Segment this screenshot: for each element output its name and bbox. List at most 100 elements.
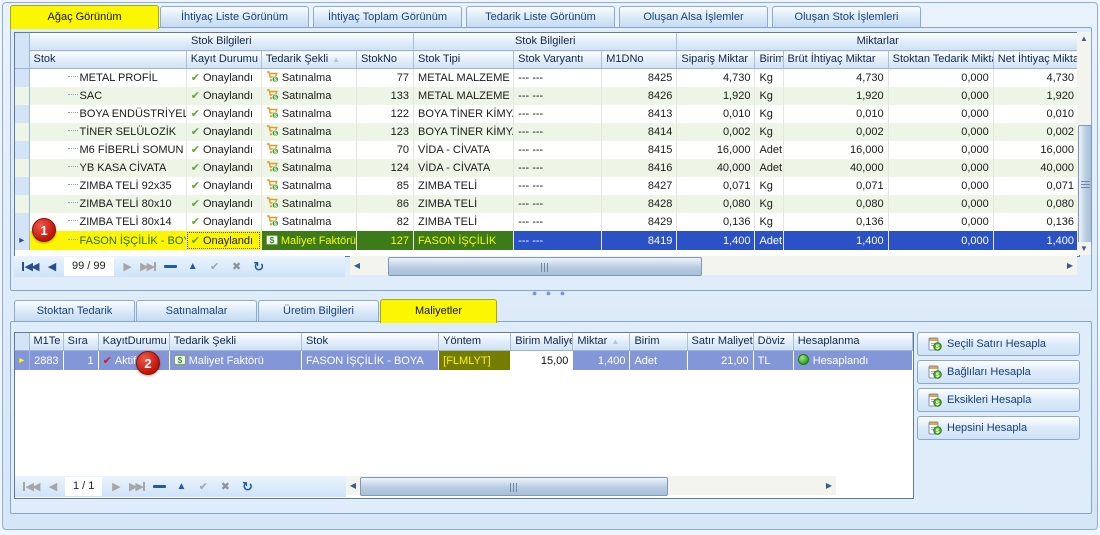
nav-post-button[interactable]: ✔ xyxy=(204,257,226,276)
table-row[interactable]: ZIMBA TELİ 92x35 ✔ Onaylandı $ Satınalma 85 ZI… xyxy=(15,177,1079,195)
scroll-down-icon[interactable]: ▼ xyxy=(1077,242,1091,255)
cell-birim[interactable]: Kg xyxy=(754,105,784,123)
cell-siparis[interactable]: 0,002 xyxy=(676,123,756,141)
cell-stokno[interactable]: 124 xyxy=(356,159,415,177)
band-miktarlar[interactable]: Miktarlar xyxy=(676,33,1079,51)
cell-stokno[interactable]: 127 xyxy=(356,231,415,250)
column-header-6[interactable]: Birim Maliyet xyxy=(510,333,574,351)
cell-tip[interactable]: ZIMBA TELİ xyxy=(413,195,515,213)
cell-stoktan[interactable]: 0,000 xyxy=(888,195,994,213)
column-header-4[interactable]: Stok xyxy=(301,333,440,351)
nav-prev-button[interactable]: ◀ xyxy=(40,257,62,276)
cell-brut[interactable]: 0,010 xyxy=(783,105,889,123)
column-header-3[interactable]: Tedarik Şekli xyxy=(169,333,302,351)
cell-net[interactable]: 0,010 xyxy=(993,105,1079,123)
cell-tedarik-sekli[interactable]: $ Maliyet Faktörü xyxy=(169,350,302,370)
cell-tedarik[interactable]: $ Satınalma xyxy=(261,68,357,87)
cell-doviz[interactable]: TL xyxy=(753,350,794,370)
column-header-7[interactable]: Miktar ▲ xyxy=(572,333,631,351)
cell-kayit[interactable]: ✔ Onaylandı xyxy=(186,159,262,177)
cell-stokno[interactable]: 86 xyxy=(356,195,415,213)
cell-birim[interactable]: Kg xyxy=(754,195,784,213)
table-row[interactable]: ▸ FASON İŞÇİLİK - BOYA ✔ Onaylandı $ Maliyet … xyxy=(15,231,1079,250)
scroll-thumb[interactable] xyxy=(1078,125,1092,245)
cell-brut[interactable]: 0,071 xyxy=(783,177,889,195)
cell-tip[interactable]: METAL MALZEME xyxy=(413,87,515,105)
tab-uretim-bilgileri[interactable]: Üretim Bilgileri xyxy=(258,300,379,322)
scroll-left-icon[interactable]: ◀ xyxy=(350,256,364,275)
nav-cancel-button[interactable]: ✖ xyxy=(214,477,236,496)
secili-satiri-hesapla-button[interactable]: $ Seçili Satırı Hesapla xyxy=(917,332,1080,356)
cell-stokno[interactable]: 85 xyxy=(356,177,415,195)
cell-tip[interactable]: BOYA TİNER KİMYA xyxy=(413,123,515,141)
cell-kayit[interactable]: ✔ Onaylandı xyxy=(186,105,262,123)
cell-stok[interactable]: FASON İŞÇİLİK - BOYA xyxy=(301,350,440,370)
cell-net[interactable]: 0,080 xyxy=(993,195,1079,213)
cell-net[interactable]: 40,000 xyxy=(993,159,1079,177)
tab-tedarik-liste-gorunum[interactable]: Tedarik Liste Görünüm xyxy=(466,6,615,28)
cell-siparis[interactable]: 0,010 xyxy=(676,105,756,123)
scroll-right-icon[interactable]: ▶ xyxy=(1063,256,1077,275)
cell-tedarik[interactable]: $ Satınalma xyxy=(261,159,357,177)
cell-sira[interactable]: 1 xyxy=(63,350,99,370)
column-header-11[interactable]: Net İhtiyaç Miktar xyxy=(993,50,1079,69)
cell-stok[interactable]: SAC xyxy=(29,87,187,105)
cell-kayit[interactable]: ✔ Onaylandı xyxy=(186,231,262,250)
cell-m1dno[interactable]: 8429 xyxy=(601,213,678,231)
cell-siparis[interactable]: 1,400 xyxy=(676,231,756,250)
column-header-7[interactable]: Sipariş Miktar xyxy=(676,50,756,69)
cell-siparis[interactable]: 0,136 xyxy=(676,213,756,231)
eksikleri-hesapla-button[interactable]: $ Eksikleri Hesapla xyxy=(917,388,1080,412)
cell-tip[interactable]: VİDA - CİVATA xyxy=(413,159,515,177)
column-header-5[interactable]: Yöntem xyxy=(438,333,512,351)
cell-stokno[interactable]: 77 xyxy=(356,68,415,87)
nav-last-button[interactable]: ▶▶ xyxy=(138,257,160,276)
scroll-thumb[interactable] xyxy=(360,477,668,496)
cell-m1dno[interactable]: 8416 xyxy=(601,159,678,177)
tab-satinalmalar[interactable]: Satınalmalar xyxy=(136,300,257,322)
cell-stokno[interactable]: 133 xyxy=(356,87,415,105)
cell-birim[interactable]: Adet xyxy=(754,159,784,177)
cell-m1dno[interactable]: 8413 xyxy=(601,105,678,123)
nav-delete-button[interactable] xyxy=(160,257,182,276)
cell-stok[interactable]: ZIMBA TELİ 80x10 xyxy=(29,195,187,213)
cell-kayit[interactable]: ✔ Onaylandı xyxy=(186,195,262,213)
column-header-11[interactable]: Hesaplanma xyxy=(793,333,913,351)
cell-brut[interactable]: 4,730 xyxy=(783,68,889,87)
nav-prev-button[interactable]: ◀ xyxy=(41,477,63,496)
cell-stokno[interactable]: 122 xyxy=(356,105,415,123)
cell-tip[interactable]: FASON İŞÇİLİK xyxy=(413,231,515,250)
cell-net[interactable]: 0,136 xyxy=(993,213,1079,231)
cell-stoktan[interactable]: 0,000 xyxy=(888,141,994,159)
cell-kayit[interactable]: ✔ Onaylandı xyxy=(186,87,262,105)
cell-brut[interactable]: 1,920 xyxy=(783,87,889,105)
cell-brut[interactable]: 0,002 xyxy=(783,123,889,141)
cell-kayit[interactable]: ✔ Onaylandı xyxy=(186,141,262,159)
cell-siparis[interactable]: 16,000 xyxy=(676,141,756,159)
column-header-6[interactable]: M1DNo xyxy=(601,50,678,69)
cell-m1dno[interactable]: 8415 xyxy=(601,141,678,159)
cell-tedarik[interactable]: $ Satınalma xyxy=(261,141,357,159)
tab-ihtiyac-liste-gorunum[interactable]: İhtiyaç Liste Görünüm xyxy=(160,6,309,28)
column-header-9[interactable]: Brüt İhtiyaç Miktar xyxy=(783,50,889,69)
cell-varyant[interactable]: --- --- xyxy=(513,105,603,123)
cell-net[interactable]: 16,000 xyxy=(993,141,1079,159)
nav-post-button[interactable]: ✔ xyxy=(192,477,214,496)
cell-tedarik[interactable]: $ Satınalma xyxy=(261,177,357,195)
cell-siparis[interactable]: 1,920 xyxy=(676,87,756,105)
cell-stoktan[interactable]: 0,000 xyxy=(888,105,994,123)
column-header-5[interactable]: Stok Varyantı xyxy=(513,50,603,69)
cell-brut[interactable]: 16,000 xyxy=(783,141,889,159)
cell-tedarik[interactable]: $ Satınalma xyxy=(261,213,357,231)
band-stok-bilgileri-2[interactable]: Stok Bilgileri xyxy=(413,33,678,51)
cell-stoktan[interactable]: 0,000 xyxy=(888,68,994,87)
cell-kayit[interactable]: ✔ Onaylandı xyxy=(186,177,262,195)
cell-stoktan[interactable]: 0,000 xyxy=(888,159,994,177)
cell-yontem[interactable]: [FLMLYT] xyxy=(438,350,512,370)
cell-stoktan[interactable]: 0,000 xyxy=(888,213,994,231)
table-row[interactable]: M6 FİBERLİ SOMUN ✔ Onaylandı $ Satınalma 70 Vİ… xyxy=(15,141,1079,159)
nav-cancel-button[interactable]: ✖ xyxy=(226,257,248,276)
cell-kayit[interactable]: ✔ Onaylandı xyxy=(186,213,262,231)
cell-hesaplanma[interactable]: Hesaplandı xyxy=(793,350,913,370)
nav-refresh-button[interactable]: ↻ xyxy=(248,257,270,276)
